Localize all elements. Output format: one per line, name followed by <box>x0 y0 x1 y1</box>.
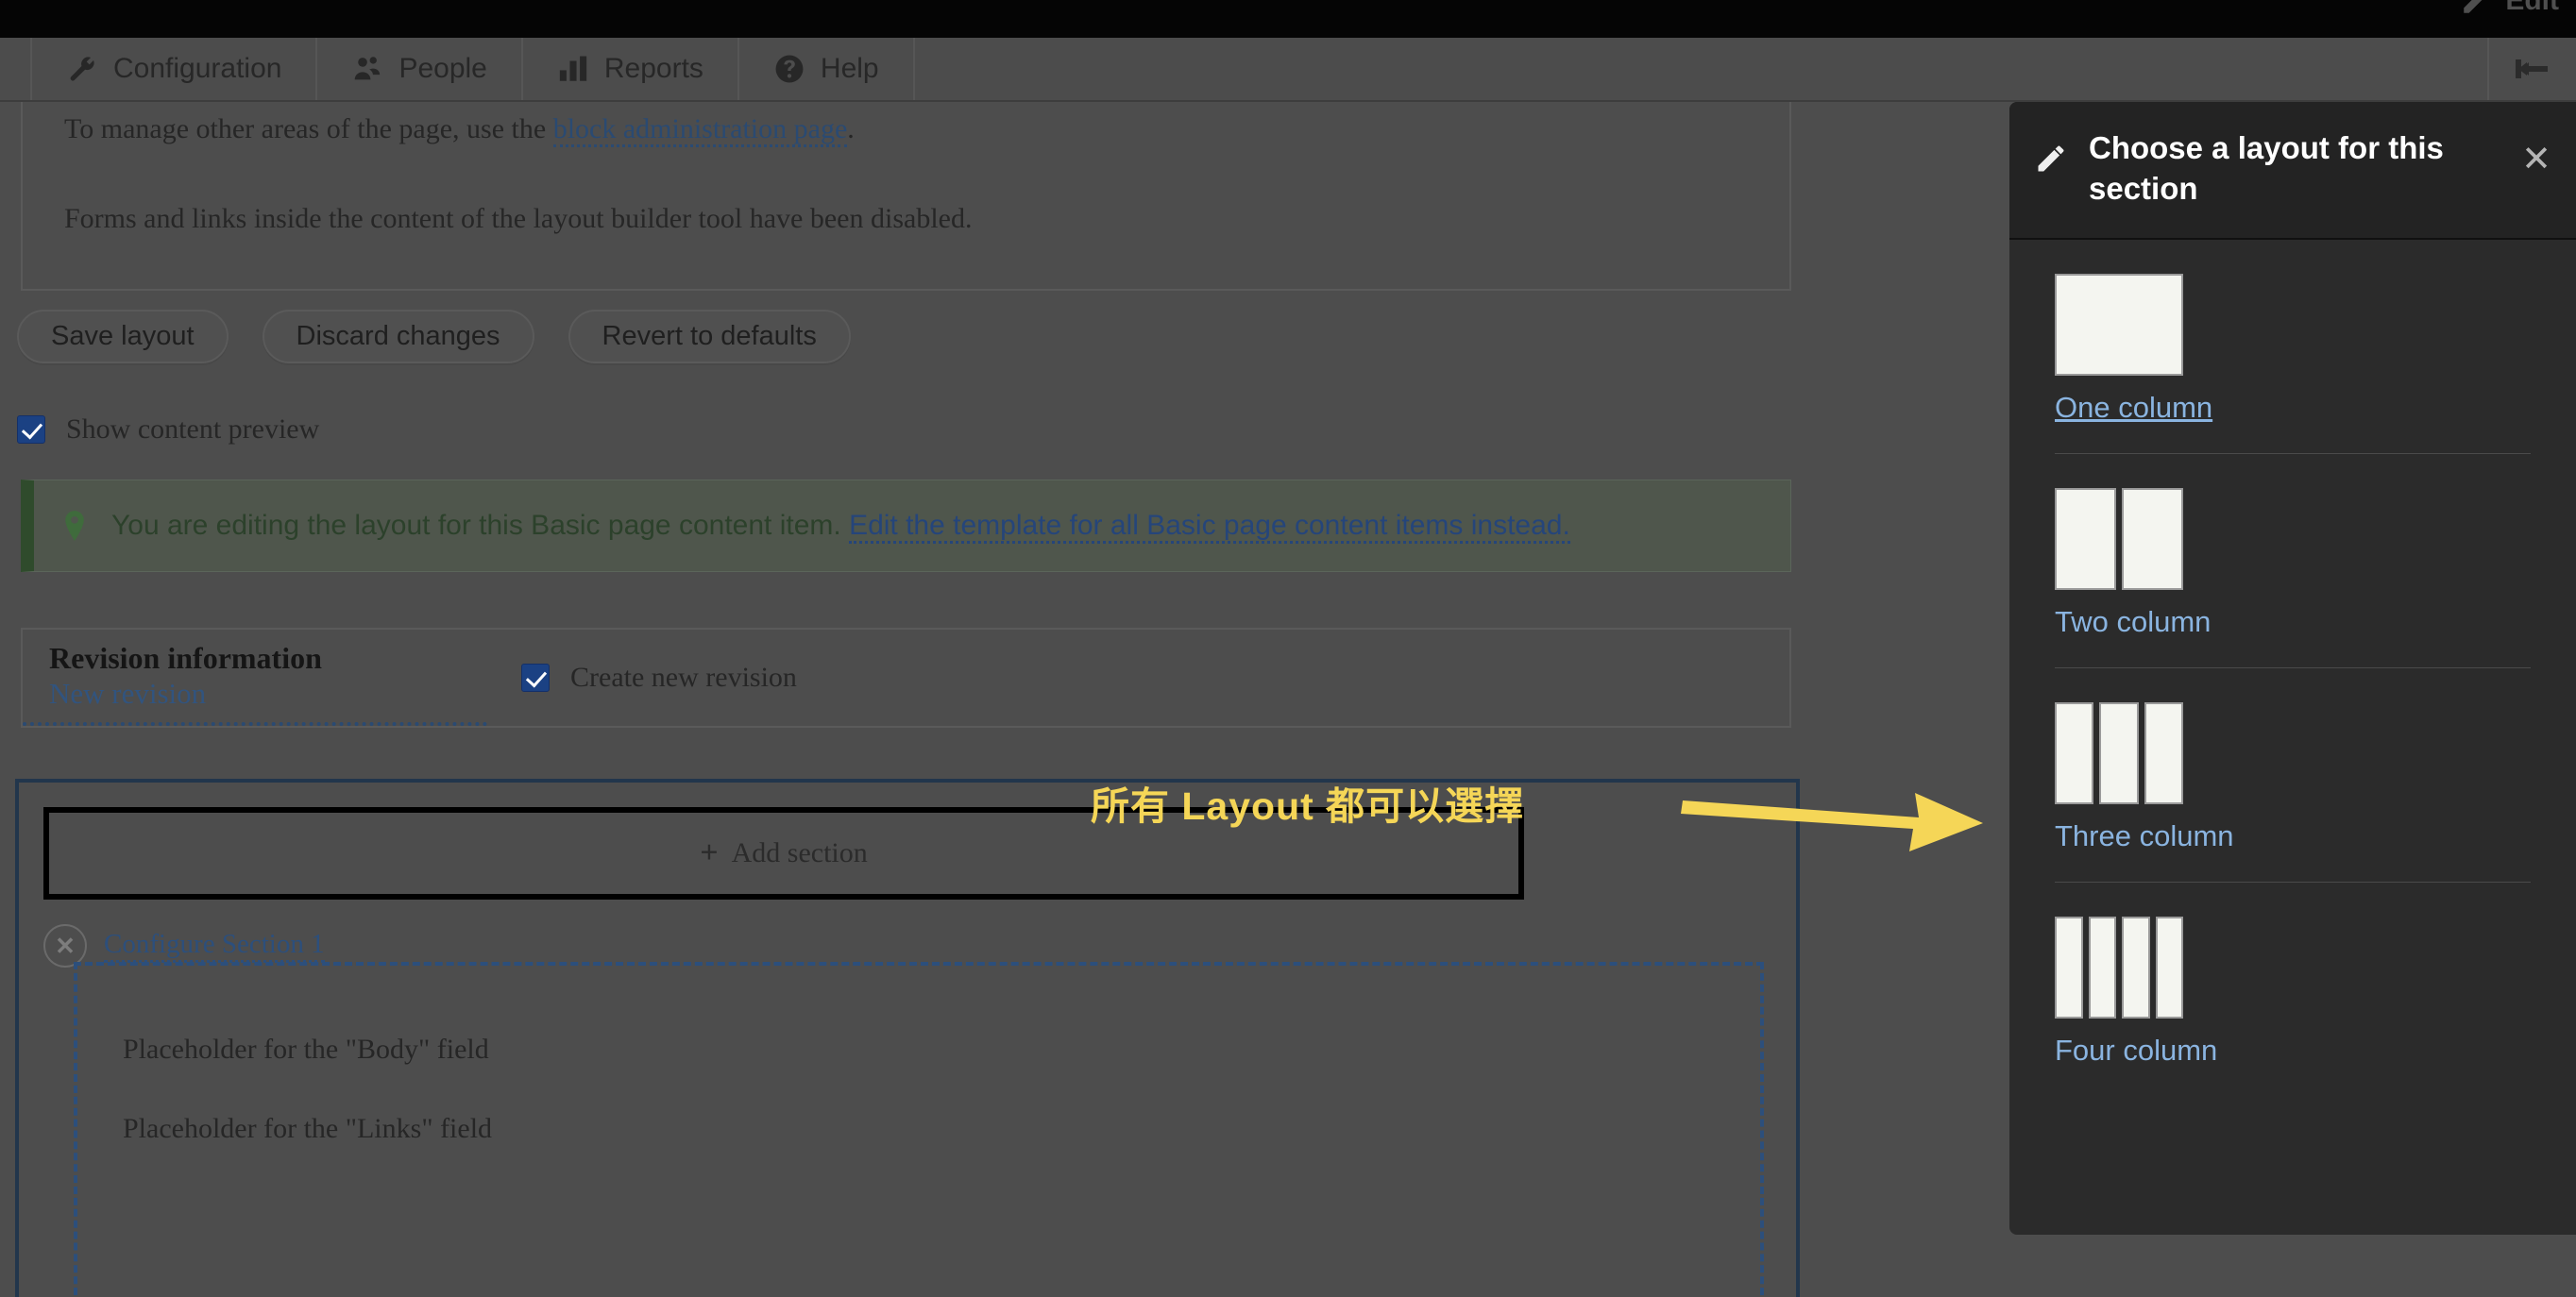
thumb-column <box>2055 701 2094 804</box>
thumb-column <box>2055 273 2183 376</box>
status-message-sentence: You are editing the layout for this Basi… <box>111 510 841 541</box>
four-column-thumbnail <box>2055 916 2183 1019</box>
toolbar-item-label: People <box>398 53 487 84</box>
wrench-icon <box>70 57 94 81</box>
pencil-icon <box>2038 145 2064 172</box>
thumb-column <box>2155 916 2183 1019</box>
map-pin-icon <box>65 511 84 541</box>
toolbar-item-help[interactable]: Help <box>739 38 915 100</box>
pencil-icon <box>2464 0 2483 13</box>
question-mark-icon <box>775 55 804 83</box>
add-section-label: Add section <box>731 837 868 868</box>
revision-info-right: Create new revision <box>487 662 797 694</box>
toolbar-spacer <box>915 38 2489 100</box>
top-black-bar: Edit <box>0 0 2576 38</box>
create-new-revision-row[interactable]: Create new revision <box>521 662 797 694</box>
toolbar-item-people[interactable]: People <box>317 38 523 100</box>
admin-toolbar: Configuration People Reports Help <box>0 38 2576 102</box>
layout-option-label[interactable]: One column <box>2055 391 2531 425</box>
show-content-preview-label: Show content preview <box>66 413 320 445</box>
body-field-placeholder: Placeholder for the "Body" field <box>123 1034 489 1065</box>
bar-chart-icon <box>559 56 587 81</box>
layout-option-label[interactable]: Two column <box>2055 605 2531 639</box>
revision-information-panel: Revision information New revision Create… <box>21 628 1791 728</box>
collapse-toolbar-icon <box>2516 59 2548 78</box>
two-column-thumbnail <box>2055 487 2183 590</box>
screen-root: Edit Configuration People Reports Help T… <box>0 0 2576 1297</box>
thumb-column <box>2088 916 2116 1019</box>
main-content: To manage other areas of the page, use t… <box>0 102 2009 1297</box>
section-region: Placeholder for the "Body" field Placeho… <box>74 962 1764 1297</box>
right-arrow-annotation <box>1681 793 1983 851</box>
intro-line-1: To manage other areas of the page, use t… <box>64 108 1748 150</box>
offcanvas-body: One column Two column Three column Four … <box>2009 240 2576 1096</box>
layout-section-frame: + Add section ✕ Configure Section 1 Plac… <box>15 779 1800 1297</box>
plus-icon: + <box>700 835 719 870</box>
thumb-column <box>2099 701 2139 804</box>
intro-suffix: . <box>847 113 855 144</box>
layout-option-label[interactable]: Four column <box>2055 1034 2531 1068</box>
intro-prefix: To manage other areas of the page, use t… <box>64 113 553 144</box>
thumb-column <box>2055 916 2083 1019</box>
annotation-text: 所有 Layout 都可以選擇 <box>1091 784 1525 828</box>
configure-section-link[interactable]: Configure Section 1 <box>104 929 325 963</box>
offcanvas-layout-dialog: Choose a layout for this section ✕ One c… <box>2009 102 2576 1235</box>
layout-action-buttons: Save layout Discard changes Revert to de… <box>17 310 851 363</box>
status-message: You are editing the layout for this Basi… <box>21 480 1791 572</box>
links-field-placeholder: Placeholder for the "Links" field <box>123 1113 493 1144</box>
toolbar-item-label: Reports <box>603 53 703 84</box>
create-new-revision-checkbox[interactable] <box>521 664 550 692</box>
revert-to-defaults-button[interactable]: Revert to defaults <box>568 310 851 363</box>
block-administration-link[interactable]: block administration page <box>552 113 848 147</box>
close-x-icon[interactable]: ✕ <box>2521 142 2551 177</box>
offcanvas-header: Choose a layout for this section ✕ <box>2009 102 2576 240</box>
toolbar-item-label: Help <box>820 53 879 84</box>
layout-option-three-column[interactable]: Three column <box>2055 668 2531 883</box>
save-layout-button[interactable]: Save layout <box>17 310 229 363</box>
revision-information-heading: Revision information <box>49 641 322 675</box>
toolbar-collapse-button[interactable] <box>2489 38 2576 100</box>
create-new-revision-label: Create new revision <box>570 662 797 693</box>
one-column-thumbnail <box>2055 273 2183 376</box>
thumb-column <box>2122 487 2183 590</box>
revision-info-left: Revision information New revision <box>23 630 487 726</box>
three-column-thumbnail <box>2055 701 2183 804</box>
layout-option-two-column[interactable]: Two column <box>2055 454 2531 668</box>
toolbar-item-configuration[interactable]: Configuration <box>30 38 318 100</box>
thumb-column <box>2144 701 2183 804</box>
edit-template-link[interactable]: Edit the template for all Basic page con… <box>849 510 1570 544</box>
edit-contextual-tab[interactable]: Edit <box>2460 0 2559 17</box>
new-revision-tab[interactable]: New revision <box>49 676 487 713</box>
layout-option-one-column[interactable]: One column <box>2055 240 2531 454</box>
intro-line-2: Forms and links inside the content of th… <box>64 203 973 234</box>
thumb-column <box>2122 916 2150 1019</box>
discard-changes-button[interactable]: Discard changes <box>262 310 534 363</box>
toolbar-item-reports[interactable]: Reports <box>523 38 739 100</box>
layout-option-four-column[interactable]: Four column <box>2055 883 2531 1096</box>
show-content-preview-checkbox[interactable] <box>17 415 45 444</box>
thumb-column <box>2055 487 2116 590</box>
show-content-preview-row[interactable]: Show content preview <box>17 413 319 446</box>
offcanvas-title: Choose a layout for this section <box>2089 130 2444 206</box>
people-icon <box>355 57 381 80</box>
edit-label: Edit <box>2505 0 2559 16</box>
toolbar-item-label: Configuration <box>113 53 282 84</box>
status-message-text: You are editing the layout for this Basi… <box>111 510 1570 544</box>
layout-builder-intro: To manage other areas of the page, use t… <box>21 102 1791 291</box>
layout-option-label[interactable]: Three column <box>2055 819 2531 853</box>
